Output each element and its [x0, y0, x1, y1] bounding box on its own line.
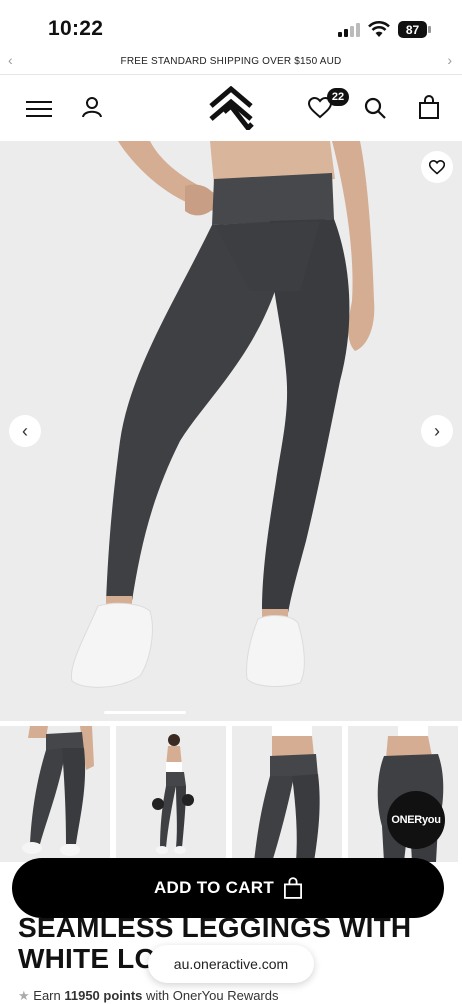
- thumbnail-3[interactable]: [232, 726, 342, 862]
- rewards-points: 11950 points: [64, 988, 143, 1003]
- thumbnail-1-image: [22, 726, 94, 856]
- browser-address-pill[interactable]: au.oneractive.com: [148, 945, 314, 983]
- promo-banner: ‹ FREE STANDARD SHIPPING OVER $150 AUD ›: [0, 50, 462, 75]
- chevron-right-icon: ›: [434, 421, 440, 441]
- thumbnail-2-image: [152, 734, 194, 854]
- product-hero-image[interactable]: ‹ ›: [0, 141, 462, 721]
- oner-logo-icon: [209, 86, 254, 130]
- rewards-prefix: Earn: [33, 988, 65, 1003]
- thumbnail-3-image: [254, 726, 320, 862]
- thumbnail-2[interactable]: [116, 726, 226, 862]
- shopping-bag-icon: [419, 95, 439, 119]
- brand-logo[interactable]: [206, 85, 256, 131]
- search-icon: [364, 97, 386, 119]
- battery-icon: 87: [398, 21, 432, 38]
- leggings-model-image: [70, 141, 375, 688]
- thumbnail-strip: [0, 726, 462, 862]
- bag-button[interactable]: [416, 93, 442, 121]
- thumbnail-1[interactable]: [0, 726, 110, 862]
- wishlist-count-badge: 22: [327, 88, 349, 106]
- next-image-button[interactable]: ›: [421, 415, 453, 447]
- add-to-cart-button[interactable]: ADD TO CART: [12, 858, 444, 918]
- search-button[interactable]: [362, 95, 388, 121]
- carousel-scroll-indicator: [104, 711, 186, 714]
- promo-text: FREE STANDARD SHIPPING OVER $150 AUD: [120, 56, 342, 67]
- heart-icon: [429, 159, 445, 175]
- hamburger-icon: [26, 101, 52, 117]
- rewards-line: ★ Earn 11950 points with OnerYou Rewards: [18, 988, 448, 1004]
- add-to-wishlist-button[interactable]: [421, 151, 453, 183]
- previous-image-button[interactable]: ‹: [9, 415, 41, 447]
- wifi-icon: [368, 21, 390, 37]
- shopping-bag-icon: [284, 877, 303, 899]
- battery-level: 87: [405, 22, 420, 37]
- add-to-cart-label: ADD TO CART: [153, 878, 275, 897]
- rewards-suffix: with OnerYou Rewards: [142, 988, 279, 1003]
- site-header: 22: [0, 75, 462, 141]
- status-time: 10:22: [48, 17, 104, 40]
- status-bar: 10:22 87: [0, 0, 462, 48]
- cellular-signal-icon: [338, 23, 360, 37]
- chevron-left-icon: ‹: [22, 421, 28, 441]
- promo-next-button[interactable]: ›: [447, 52, 452, 68]
- oneryou-rewards-badge[interactable]: ONERyou: [387, 791, 445, 849]
- menu-button[interactable]: [24, 95, 54, 123]
- account-button[interactable]: [78, 93, 106, 121]
- user-icon: [82, 97, 102, 118]
- star-icon: ★: [18, 988, 30, 1003]
